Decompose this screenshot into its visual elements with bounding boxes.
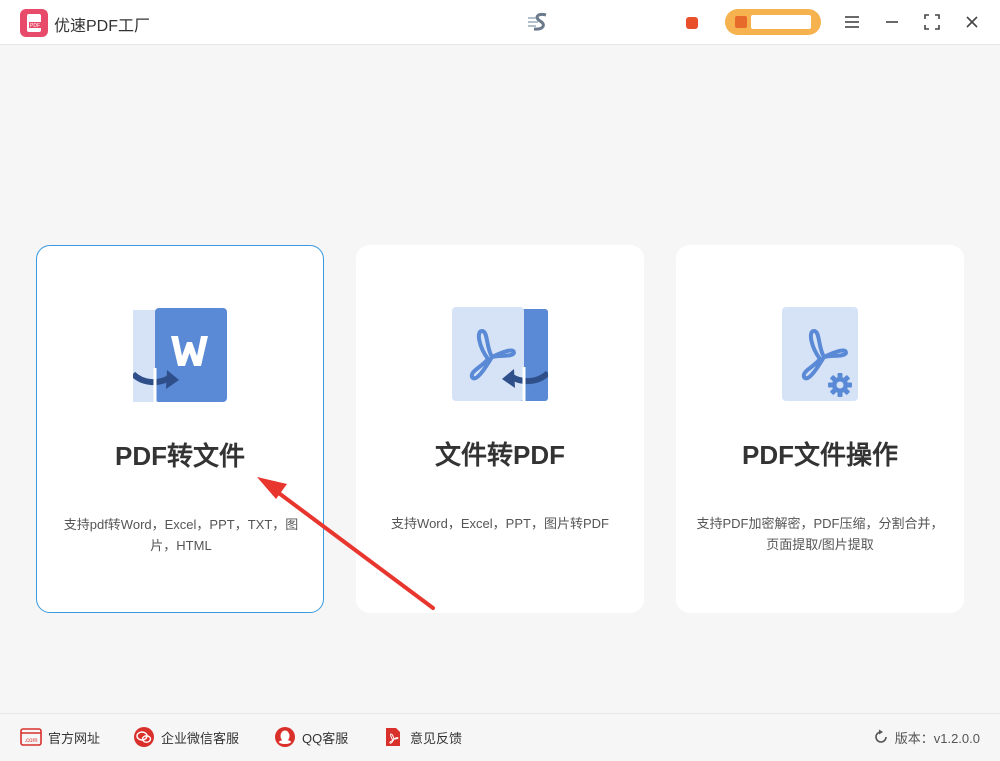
feedback-link[interactable]: 意见反馈 (382, 726, 462, 748)
wechat-label: 企业微信客服 (161, 730, 240, 746)
svg-text:PDF: PDF (30, 23, 40, 29)
notification-icon[interactable] (686, 17, 698, 29)
menu-icon[interactable] (840, 10, 864, 34)
minimize-icon[interactable] (880, 10, 904, 34)
refresh-icon[interactable] (873, 729, 889, 745)
wechat-service-link[interactable]: 企业微信客服 (133, 726, 239, 748)
vip-label (751, 15, 811, 29)
file-to-pdf-icon (452, 307, 551, 403)
pdf-to-word-icon (130, 308, 229, 404)
card-title: PDF文件操作 (741, 440, 898, 470)
pdf-settings-icon (782, 307, 858, 403)
card-file-to-pdf[interactable]: 文件转PDF 支持Word，Excel，PPT，图片转PDF (356, 245, 644, 613)
qq-icon (274, 726, 296, 748)
card-description: 支持Word，Excel，PPT，图片转PDF (391, 516, 609, 531)
card-title: 文件转PDF (434, 440, 565, 470)
card-pdf-to-file[interactable]: PDF转文件 支持pdf转Word，Excel，PPT，TXT，图片，HTML (36, 245, 324, 613)
card-title: PDF转文件 (114, 441, 245, 471)
card-description: 支持PDF加密解密，PDF压缩，分割合并，页面提取/图片提取 (696, 516, 944, 552)
qq-service-link[interactable]: QQ客服 (274, 726, 348, 748)
vip-button[interactable] (725, 9, 821, 35)
website-icon: .com (20, 726, 42, 748)
feedback-label: 意见反馈 (410, 730, 463, 746)
version-label: 版本：v1.2.0.0 (894, 730, 980, 746)
title-bar: PDF 优速PDF工厂 (0, 0, 1000, 45)
app-logo-icon: PDF (20, 9, 48, 37)
wechat-icon (133, 726, 155, 748)
user-avatar[interactable] (528, 12, 554, 34)
app-title: 优速PDF工厂 (54, 18, 151, 35)
feedback-icon (382, 726, 404, 748)
qq-label: QQ客服 (302, 730, 349, 746)
close-icon[interactable] (960, 10, 984, 34)
footer-bar: .com 官方网址 企业微信客服 QQ客服 意见反馈 版本：v1.2.0.0 (0, 713, 1000, 761)
card-pdf-operations[interactable]: PDF文件操作 支持PDF加密解密，PDF压缩，分割合并，页面提取/图片提取 (676, 245, 964, 613)
card-description: 支持pdf转Word，Excel，PPT，TXT，图片，HTML (63, 517, 299, 553)
website-label: 官方网址 (48, 730, 101, 746)
user-name[interactable] (562, 14, 602, 28)
vip-icon (735, 16, 747, 28)
maximize-icon[interactable] (920, 10, 944, 34)
version-info: 版本：v1.2.0.0 (873, 726, 980, 748)
website-link[interactable]: .com 官方网址 (20, 726, 100, 748)
svg-text:.com: .com (24, 738, 37, 744)
